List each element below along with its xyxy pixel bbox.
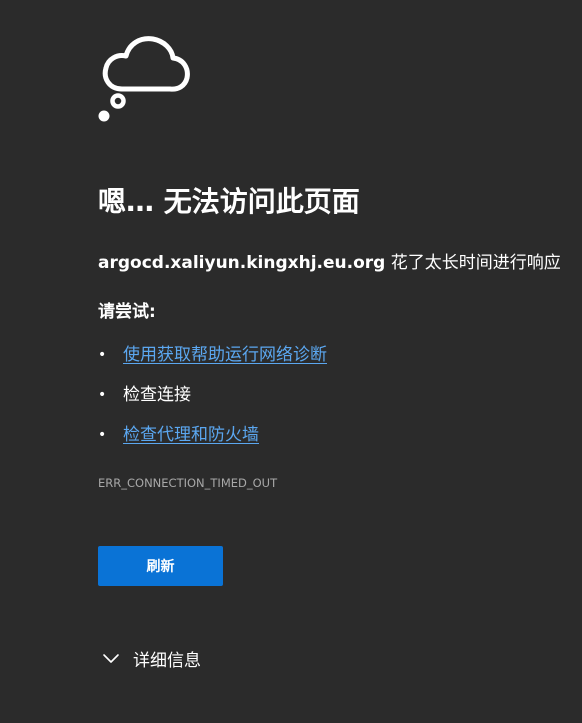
suggestion-item: • 使用获取帮助运行网络诊断	[98, 340, 327, 380]
bullet-icon: •	[98, 427, 107, 443]
network-diagnostics-link[interactable]: 使用获取帮助运行网络诊断	[123, 345, 327, 365]
error-code: ERR_CONNECTION_TIMED_OUT	[98, 476, 278, 490]
suggestion-list: • 使用获取帮助运行网络诊断 • 检查连接 • 检查代理和防火墙	[98, 340, 327, 460]
error-message-suffix: 花了太长时间进行响应	[390, 253, 561, 273]
details-toggle[interactable]: 详细信息	[102, 644, 201, 672]
suggestion-item: • 检查代理和防火墙	[98, 420, 327, 460]
chevron-down-icon	[103, 654, 119, 663]
error-host: argocd.xaliyun.kingxhj.eu.org	[98, 253, 386, 273]
proxy-firewall-link[interactable]: 检查代理和防火墙	[123, 425, 259, 445]
check-connection-text: 检查连接	[123, 385, 191, 405]
try-heading: 请尝试:	[98, 302, 156, 322]
thought-cloud-icon	[98, 36, 190, 122]
error-message: argocd.xaliyun.kingxhj.eu.org 花了太长时间进行响应	[98, 251, 561, 275]
bullet-icon: •	[98, 347, 107, 363]
suggestion-item: • 检查连接	[98, 380, 327, 420]
details-label: 详细信息	[133, 650, 201, 671]
page-title: 嗯… 无法访问此页面	[98, 185, 360, 218]
bullet-icon: •	[98, 387, 107, 403]
refresh-button[interactable]: 刷新	[98, 546, 223, 586]
